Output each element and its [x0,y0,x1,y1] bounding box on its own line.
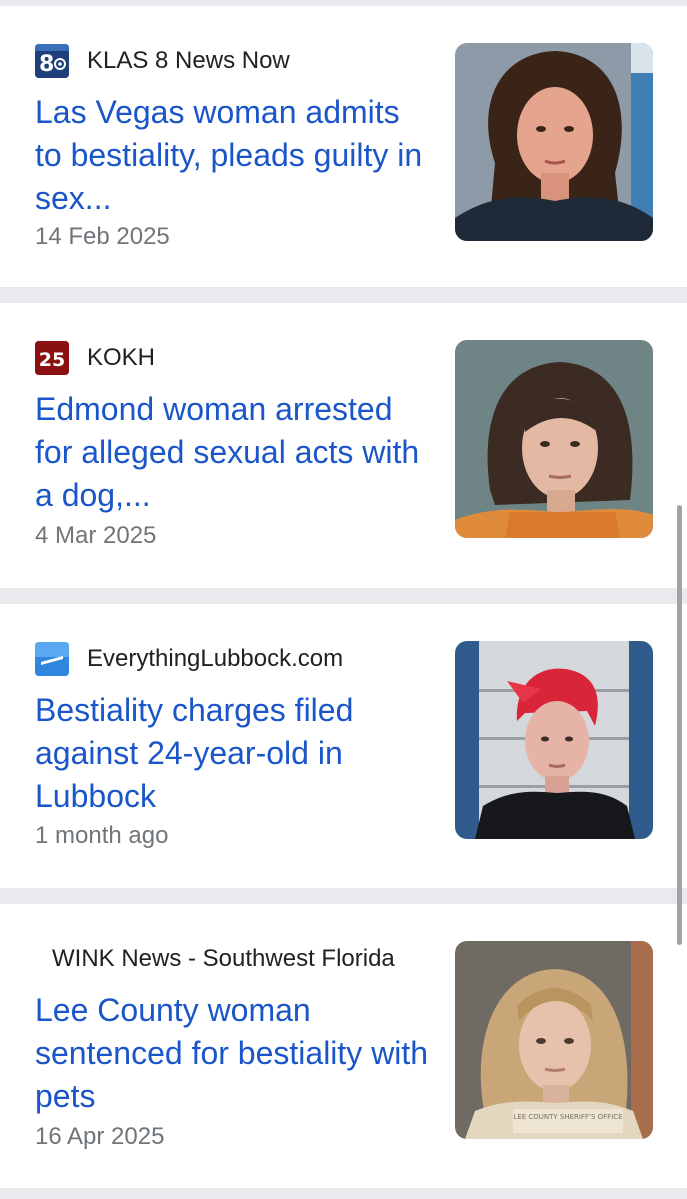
mugshot-photo[interactable] [455,43,653,241]
news-card[interactable]: 8 KLAS 8 News Now Las Vegas woman admits… [0,6,687,287]
feed-separator [0,1188,687,1199]
feed-separator [0,588,687,604]
everythinglubbock-logo-icon [35,642,69,676]
headline-link[interactable]: Lee County woman sentenced for bestialit… [35,989,435,1118]
source-name: WINK News - Southwest Florida [52,945,395,972]
klas-8-logo-icon: 8 [35,44,69,78]
headline-link[interactable]: Edmond woman arrested for alleged sexual… [35,388,435,517]
mugshot-photo[interactable] [455,340,653,538]
kokh-25-logo-icon: 25 [35,341,69,375]
headline-link[interactable]: Bestiality charges filed against 24-year… [35,689,435,818]
source-name: KOKH [87,344,156,371]
source-name: EverythingLubbock.com [87,645,344,672]
source-row: 8 KLAS 8 News Now [35,44,290,78]
scrollbar-thumb[interactable] [677,505,682,945]
klas-logo-text: 8 [39,52,54,77]
publish-date: 16 Apr 2025 [35,1123,165,1150]
feed-separator [0,287,687,303]
photo-caption: LEE COUNTY SHERIFF'S OFFICE [513,1113,622,1121]
publish-date: 14 Feb 2025 [35,223,170,250]
news-card[interactable]: EverythingLubbock.com Bestiality charges… [0,604,687,888]
publish-date: 1 month ago [35,822,169,849]
mugshot-photo[interactable] [455,641,653,839]
headline-link[interactable]: Las Vegas woman admits to bestiality, pl… [35,91,435,220]
news-card[interactable]: 25 KOKH Edmond woman arrested for allege… [0,303,687,588]
source-row: WINK News - Southwest Florida [35,942,395,976]
news-card[interactable]: WINK News - Southwest Florida Lee County… [0,904,687,1188]
source-name: KLAS 8 News Now [87,47,290,74]
source-row: EverythingLubbock.com [35,642,343,676]
feed-separator [0,888,687,904]
mugshot-photo[interactable]: LEE COUNTY SHERIFF'S OFFICE [455,941,653,1139]
publish-date: 4 Mar 2025 [35,522,157,549]
source-row: 25 KOKH [35,341,155,375]
kokh-logo-text: 25 [39,349,65,371]
